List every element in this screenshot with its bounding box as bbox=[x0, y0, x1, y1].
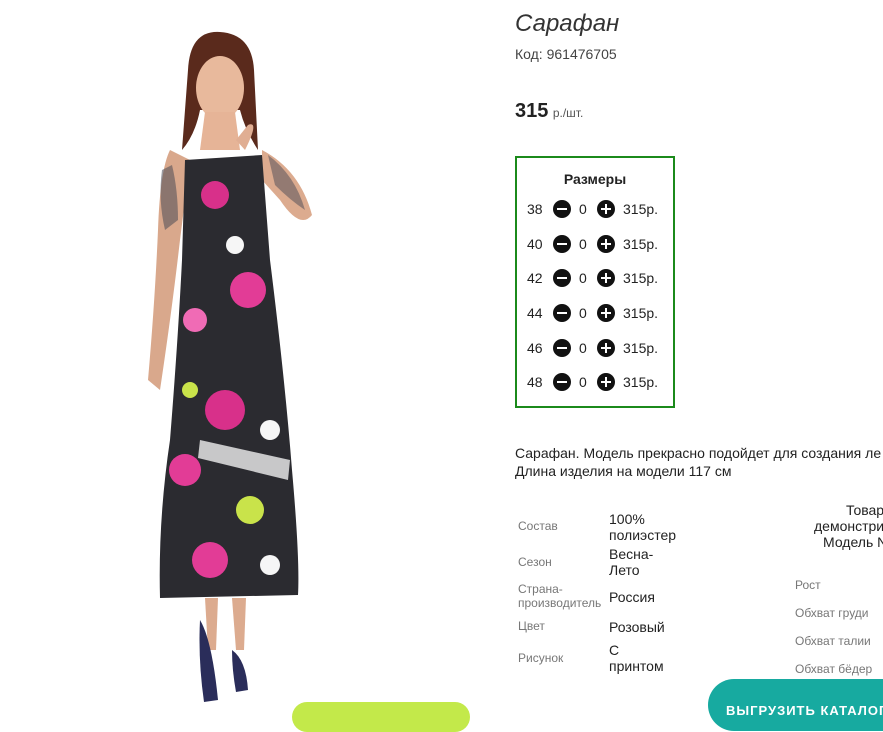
minus-icon[interactable] bbox=[553, 304, 571, 322]
minus-icon[interactable] bbox=[553, 235, 571, 253]
quantity-value: 0 bbox=[579, 270, 587, 286]
minus-icon[interactable] bbox=[553, 269, 571, 287]
size-price: 315р. bbox=[623, 305, 659, 321]
product-photo[interactable] bbox=[0, 0, 485, 711]
size-label: 42 bbox=[527, 270, 543, 286]
plus-icon[interactable] bbox=[597, 339, 615, 357]
size-row: 48 0 315р. bbox=[517, 371, 673, 393]
spec-value: Розовый bbox=[609, 619, 665, 635]
model-info-line: Товар bbox=[846, 502, 883, 518]
spec-value: 100% полиэстер bbox=[609, 511, 676, 543]
minus-icon[interactable] bbox=[553, 373, 571, 391]
sizes-header: Размеры bbox=[563, 171, 627, 187]
size-row: 38 0 315р. bbox=[517, 198, 673, 220]
size-label: 48 bbox=[527, 374, 543, 390]
size-price: 315р. bbox=[623, 340, 659, 356]
size-row: 44 0 315р. bbox=[517, 302, 673, 324]
export-catalog-button[interactable]: ВЫГРУЗИТЬ КАТАЛОГ bbox=[708, 679, 883, 731]
spec-label: Страна- производитель bbox=[518, 582, 601, 610]
quantity-value: 0 bbox=[579, 236, 587, 252]
plus-icon[interactable] bbox=[597, 304, 615, 322]
product-description: Сарафан. Модель прекрасно подойдет для с… bbox=[515, 444, 883, 480]
size-label: 40 bbox=[527, 236, 543, 252]
size-selector: Размеры 38 0 315р. 40 0 315р. 42 0 315р.… bbox=[515, 156, 675, 408]
model-info-line: демонстри bbox=[814, 518, 883, 534]
model-in-dress-image bbox=[148, 31, 312, 702]
plus-icon[interactable] bbox=[597, 200, 615, 218]
spec-value-line: Весна- bbox=[609, 546, 654, 562]
price-unit: р./шт. bbox=[552, 106, 584, 120]
measurement-label: Рост bbox=[795, 578, 821, 592]
plus-icon[interactable] bbox=[597, 235, 615, 253]
size-price: 315р. bbox=[623, 270, 659, 286]
measurement-label: Обхват груди bbox=[795, 606, 869, 620]
size-row: 46 0 315р. bbox=[517, 337, 673, 359]
size-label: 46 bbox=[527, 340, 543, 356]
spec-label: Состав bbox=[518, 519, 558, 533]
spec-label: Рисунок bbox=[518, 651, 564, 665]
minus-icon[interactable] bbox=[553, 339, 571, 357]
spec-value: Весна- Лето bbox=[609, 546, 653, 578]
spec-value: С принтом bbox=[609, 642, 664, 674]
product-price: 315 р./шт. bbox=[515, 100, 583, 123]
product-code: Код: 961476705 bbox=[515, 46, 617, 62]
description-line: Сарафан. Модель прекрасно подойдет для с… bbox=[515, 445, 882, 461]
size-price: 315р. bbox=[623, 374, 659, 390]
size-price: 315р. bbox=[623, 201, 659, 217]
quantity-value: 0 bbox=[579, 374, 587, 390]
spec-value-line: принтом bbox=[609, 658, 664, 674]
plus-icon[interactable] bbox=[597, 269, 615, 287]
minus-icon[interactable] bbox=[553, 200, 571, 218]
measurement-label: Обхват бёдер bbox=[795, 662, 873, 676]
plus-icon[interactable] bbox=[597, 373, 615, 391]
size-price: 315р. bbox=[623, 236, 659, 252]
model-info-line: Модель N bbox=[823, 534, 883, 550]
spec-label: Цвет bbox=[518, 619, 545, 633]
size-row: 40 0 315р. bbox=[517, 233, 673, 255]
spec-label: Сезон bbox=[518, 555, 552, 569]
spec-value: Россия bbox=[609, 589, 655, 605]
spec-label-line: производитель bbox=[518, 596, 602, 610]
size-row: 42 0 315р. bbox=[517, 267, 673, 289]
add-to-cart-button[interactable] bbox=[292, 702, 470, 732]
spec-value-line: полиэстер bbox=[609, 527, 677, 543]
spec-value-line: С bbox=[609, 642, 620, 658]
quantity-value: 0 bbox=[579, 201, 587, 217]
price-amount: 315 bbox=[515, 100, 549, 122]
quantity-value: 0 bbox=[579, 340, 587, 356]
quantity-value: 0 bbox=[579, 305, 587, 321]
size-label: 44 bbox=[527, 305, 543, 321]
spec-value-line: 100% bbox=[609, 511, 645, 527]
measurement-label: Обхват талии bbox=[795, 634, 871, 648]
size-label: 38 bbox=[527, 201, 543, 217]
spec-label-line: Страна- bbox=[518, 582, 563, 596]
description-line: Длина изделия на модели 117 см bbox=[515, 463, 732, 479]
spec-value-line: Лето bbox=[609, 562, 640, 578]
product-title: Сарафан bbox=[515, 10, 620, 37]
